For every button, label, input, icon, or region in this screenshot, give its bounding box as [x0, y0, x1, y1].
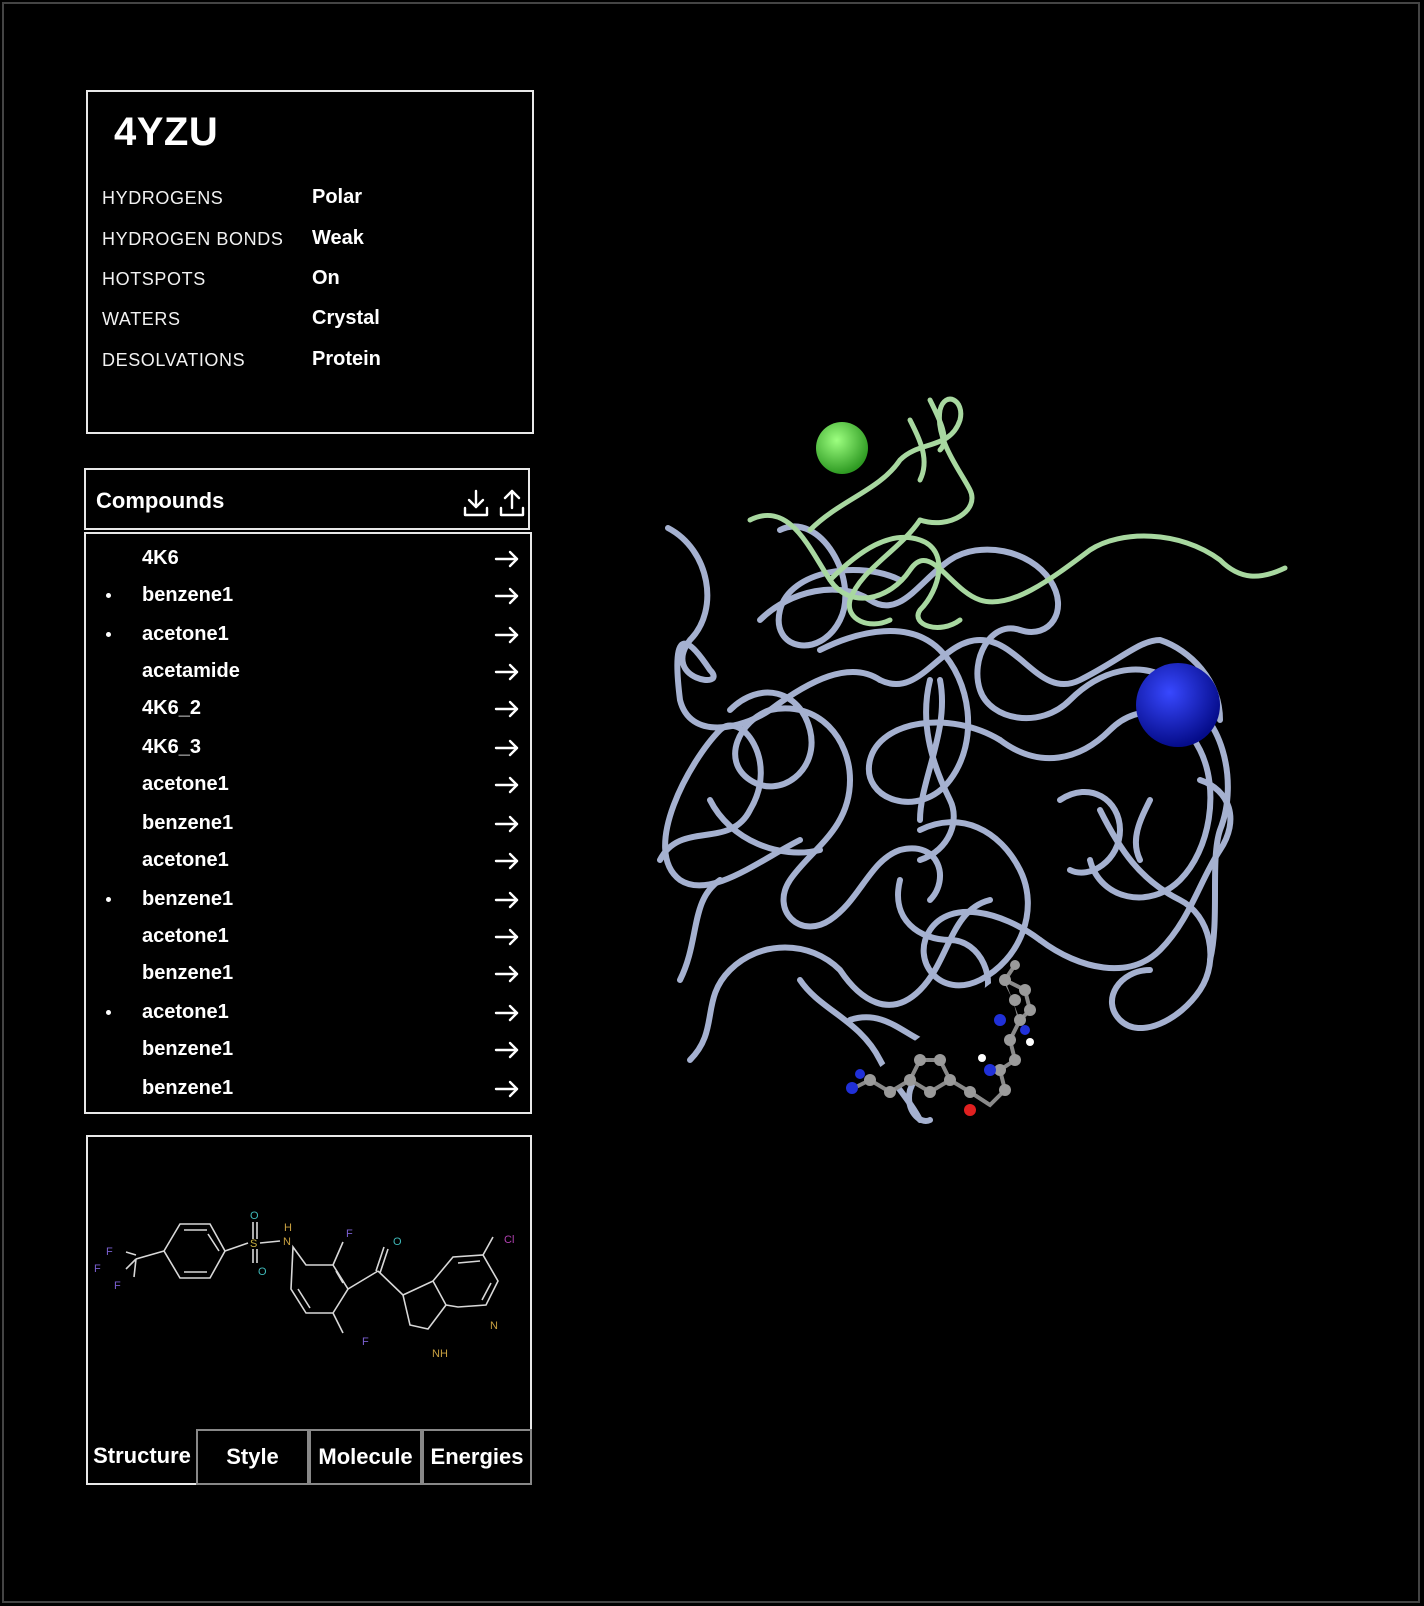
setting-value[interactable]: Weak [312, 227, 364, 250]
structure-title: 4YZU [114, 110, 219, 154]
compound-row[interactable]: 4K6_3 [86, 731, 530, 767]
atom-label: O [250, 1210, 259, 1222]
atom-label: F [106, 1246, 113, 1258]
arrow-right-icon[interactable] [494, 928, 520, 946]
compound-name: benzene1 [142, 812, 234, 834]
compound-name: acetone1 [142, 849, 229, 871]
setting-row-hydrogen-bonds[interactable]: HYDROGEN BONDS Weak [102, 223, 522, 253]
compound-row[interactable]: 4K6_2 [86, 692, 530, 728]
setting-label: HYDROGEN BONDS [102, 229, 284, 249]
arrow-right-icon[interactable] [494, 965, 520, 983]
compound-name: benzene1 [142, 962, 234, 984]
compound-name: acetone1 [142, 925, 229, 947]
arrow-right-icon[interactable] [494, 739, 520, 757]
atom-label: N [490, 1320, 498, 1332]
atom-label: Cl [504, 1234, 514, 1246]
compound-name: benzene1 [142, 888, 234, 910]
arrow-right-icon[interactable] [494, 1080, 520, 1098]
structure-panel: F F F S O O H N F F O Cl N NH Structure … [86, 1135, 532, 1485]
upload-icon[interactable] [498, 488, 526, 518]
compounds-header: Compounds [84, 468, 530, 530]
tab-style[interactable]: Style [196, 1429, 309, 1485]
compound-name: acetone1 [142, 773, 229, 795]
compound-row[interactable]: benzene1 [86, 957, 530, 993]
arrow-right-icon[interactable] [494, 815, 520, 833]
compound-row[interactable]: acetone1 [86, 920, 530, 956]
molecule-2d-structure: F F F S O O H N F F O Cl N NH [94, 1210, 514, 1360]
setting-row-waters[interactable]: WATERS Crystal [102, 303, 522, 333]
structure-tabs: Structure Style Molecule Energies [86, 1429, 532, 1485]
atom-label: H [284, 1222, 292, 1234]
selected-bullet-icon [106, 897, 111, 902]
compound-row[interactable]: acetone1 [86, 618, 530, 654]
arrow-right-icon[interactable] [494, 663, 520, 681]
compound-name: benzene1 [142, 584, 234, 606]
setting-row-hydrogens[interactable]: HYDROGENS Polar [102, 182, 522, 212]
atom-label: NH [432, 1348, 448, 1360]
setting-label: HOTSPOTS [102, 269, 206, 289]
selected-bullet-icon [106, 632, 111, 637]
setting-label: HYDROGENS [102, 188, 224, 208]
arrow-right-icon[interactable] [494, 1004, 520, 1022]
arrow-right-icon[interactable] [494, 1041, 520, 1059]
compound-name: acetone1 [142, 1001, 229, 1023]
setting-label: DESOLVATIONS [102, 350, 246, 370]
atom-label: N [283, 1236, 291, 1248]
compound-name: benzene1 [142, 1077, 234, 1099]
blue-sphere [1136, 663, 1220, 747]
compound-name: 4K6_2 [142, 697, 201, 719]
molecule-bonds [125, 1222, 499, 1334]
setting-label: WATERS [102, 309, 181, 329]
tab-molecule[interactable]: Molecule [309, 1429, 422, 1485]
compound-name: benzene1 [142, 1038, 234, 1060]
arrow-right-icon[interactable] [494, 776, 520, 794]
compound-name: acetamide [142, 660, 240, 682]
compound-row[interactable]: acetone1 [86, 996, 530, 1032]
arrow-right-icon[interactable] [494, 587, 520, 605]
compounds-list: 4K6 benzene1 acetone1 acetamide 4K6_2 4K6_3 ac… [84, 532, 532, 1114]
setting-value[interactable]: On [312, 267, 340, 290]
atom-label: O [258, 1266, 267, 1278]
arrow-right-icon[interactable] [494, 550, 520, 568]
atom-labels: F F F S O O H N F F O Cl N NH [94, 1210, 514, 1360]
compound-name: 4K6 [142, 547, 179, 569]
setting-value[interactable]: Polar [312, 186, 362, 209]
selected-bullet-icon [106, 1010, 111, 1015]
compound-name: acetone1 [142, 623, 229, 645]
setting-row-hotspots[interactable]: HOTSPOTS On [102, 263, 522, 293]
atom-label: F [346, 1228, 353, 1240]
atom-label: S [250, 1238, 257, 1250]
compound-row[interactable]: 4K6 [86, 542, 530, 578]
molecule-3d-viewer[interactable] [620, 380, 1340, 1180]
atom-label: F [94, 1263, 101, 1275]
compound-name: 4K6_3 [142, 736, 201, 758]
download-icon[interactable] [462, 488, 490, 518]
green-sphere [816, 422, 868, 474]
compound-row[interactable]: benzene1 [86, 1033, 530, 1069]
tab-structure[interactable]: Structure [86, 1429, 196, 1485]
tab-energies[interactable]: Energies [422, 1429, 532, 1485]
settings-panel: 4YZU HYDROGENS Polar HYDROGEN BONDS Weak… [86, 90, 534, 434]
compound-row[interactable]: benzene1 [86, 883, 530, 919]
setting-value[interactable]: Protein [312, 348, 381, 371]
atom-label: F [362, 1336, 369, 1348]
arrow-right-icon[interactable] [494, 891, 520, 909]
selected-bullet-icon [106, 593, 111, 598]
compound-row[interactable]: acetamide [86, 655, 530, 691]
compound-row[interactable]: benzene1 [86, 579, 530, 615]
arrow-right-icon[interactable] [494, 852, 520, 870]
atom-label: O [393, 1236, 402, 1248]
compound-row[interactable]: benzene1 [86, 807, 530, 843]
compound-row[interactable]: acetone1 [86, 844, 530, 880]
compounds-title: Compounds [96, 488, 225, 513]
compound-row[interactable]: benzene1 [86, 1072, 530, 1108]
setting-value[interactable]: Crystal [312, 307, 380, 330]
arrow-right-icon[interactable] [494, 700, 520, 718]
arrow-right-icon[interactable] [494, 626, 520, 644]
atom-label: F [114, 1280, 121, 1292]
setting-row-desolvations[interactable]: DESOLVATIONS Protein [102, 344, 522, 374]
compound-row[interactable]: acetone1 [86, 768, 530, 804]
